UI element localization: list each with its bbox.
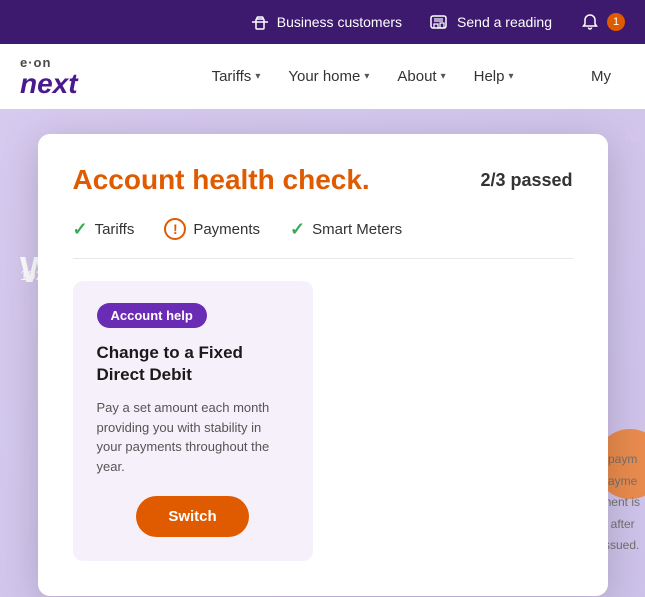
notifications-link[interactable]: 1 <box>580 12 625 32</box>
nav-help-label: Help <box>474 68 505 85</box>
check-tariffs: ✓ Tariffs <box>73 219 135 240</box>
business-customers-label: Business customers <box>277 14 402 30</box>
nav-items: Tariffs ▾ Your home ▾ About ▾ Help ▾ <box>198 44 577 109</box>
briefcase-icon <box>250 12 270 32</box>
nav-your-home[interactable]: Your home ▾ <box>274 44 383 109</box>
chevron-down-icon: ▾ <box>364 71 369 82</box>
send-reading-link[interactable]: Send a reading <box>430 12 552 32</box>
nav-about-label: About <box>397 68 436 85</box>
nav-about[interactable]: About ▾ <box>383 44 459 109</box>
nav-help[interactable]: Help ▾ <box>460 44 528 109</box>
account-help-tag: Account help <box>97 303 207 328</box>
logo[interactable]: e·on next <box>20 55 78 98</box>
card-description: Pay a set amount each month providing yo… <box>97 398 289 476</box>
nav-tariffs[interactable]: Tariffs ▾ <box>198 44 275 109</box>
modal-header: Account health check. 2/3 passed <box>73 164 573 196</box>
help-card: Account help Change to a Fixed Direct De… <box>73 281 313 561</box>
logo-next-text: next <box>20 70 78 98</box>
business-customers-link[interactable]: Business customers <box>250 12 402 32</box>
card-area: Account help Change to a Fixed Direct De… <box>73 281 573 561</box>
check-payments-label: Payments <box>193 221 260 238</box>
notification-count: 1 <box>607 13 625 31</box>
chevron-down-icon: ▾ <box>255 71 260 82</box>
check-payments: ! Payments <box>164 218 260 240</box>
check-pass-icon: ✓ <box>73 219 88 240</box>
modal-title: Account health check. <box>73 164 370 196</box>
nav-my[interactable]: My <box>577 44 625 109</box>
modal-overlay: Account health check. 2/3 passed ✓ Tarif… <box>0 109 645 597</box>
meter-icon <box>430 12 450 32</box>
passed-badge: 2/3 passed <box>480 170 572 191</box>
check-pass-icon-2: ✓ <box>290 219 305 240</box>
chevron-down-icon: ▾ <box>441 71 446 82</box>
bell-icon <box>580 12 600 32</box>
top-bar: Business customers Send a reading 1 <box>0 0 645 44</box>
switch-button[interactable]: Switch <box>136 496 248 537</box>
chevron-down-icon: ▾ <box>508 71 513 82</box>
check-smart-meters-label: Smart Meters <box>312 221 402 238</box>
check-tariffs-label: Tariffs <box>95 221 135 238</box>
account-health-check-modal: Account health check. 2/3 passed ✓ Tarif… <box>38 134 608 596</box>
check-warning-icon: ! <box>164 218 186 240</box>
nav-tariffs-label: Tariffs <box>212 68 252 85</box>
card-title: Change to a Fixed Direct Debit <box>97 342 289 386</box>
nav-bar: e·on next Tariffs ▾ Your home ▾ About ▾ … <box>0 44 645 109</box>
send-reading-label: Send a reading <box>457 14 552 30</box>
nav-my-label: My <box>591 68 611 85</box>
modal-checks: ✓ Tariffs ! Payments ✓ Smart Meters <box>73 218 573 259</box>
nav-your-home-label: Your home <box>288 68 360 85</box>
check-smart-meters: ✓ Smart Meters <box>290 219 402 240</box>
